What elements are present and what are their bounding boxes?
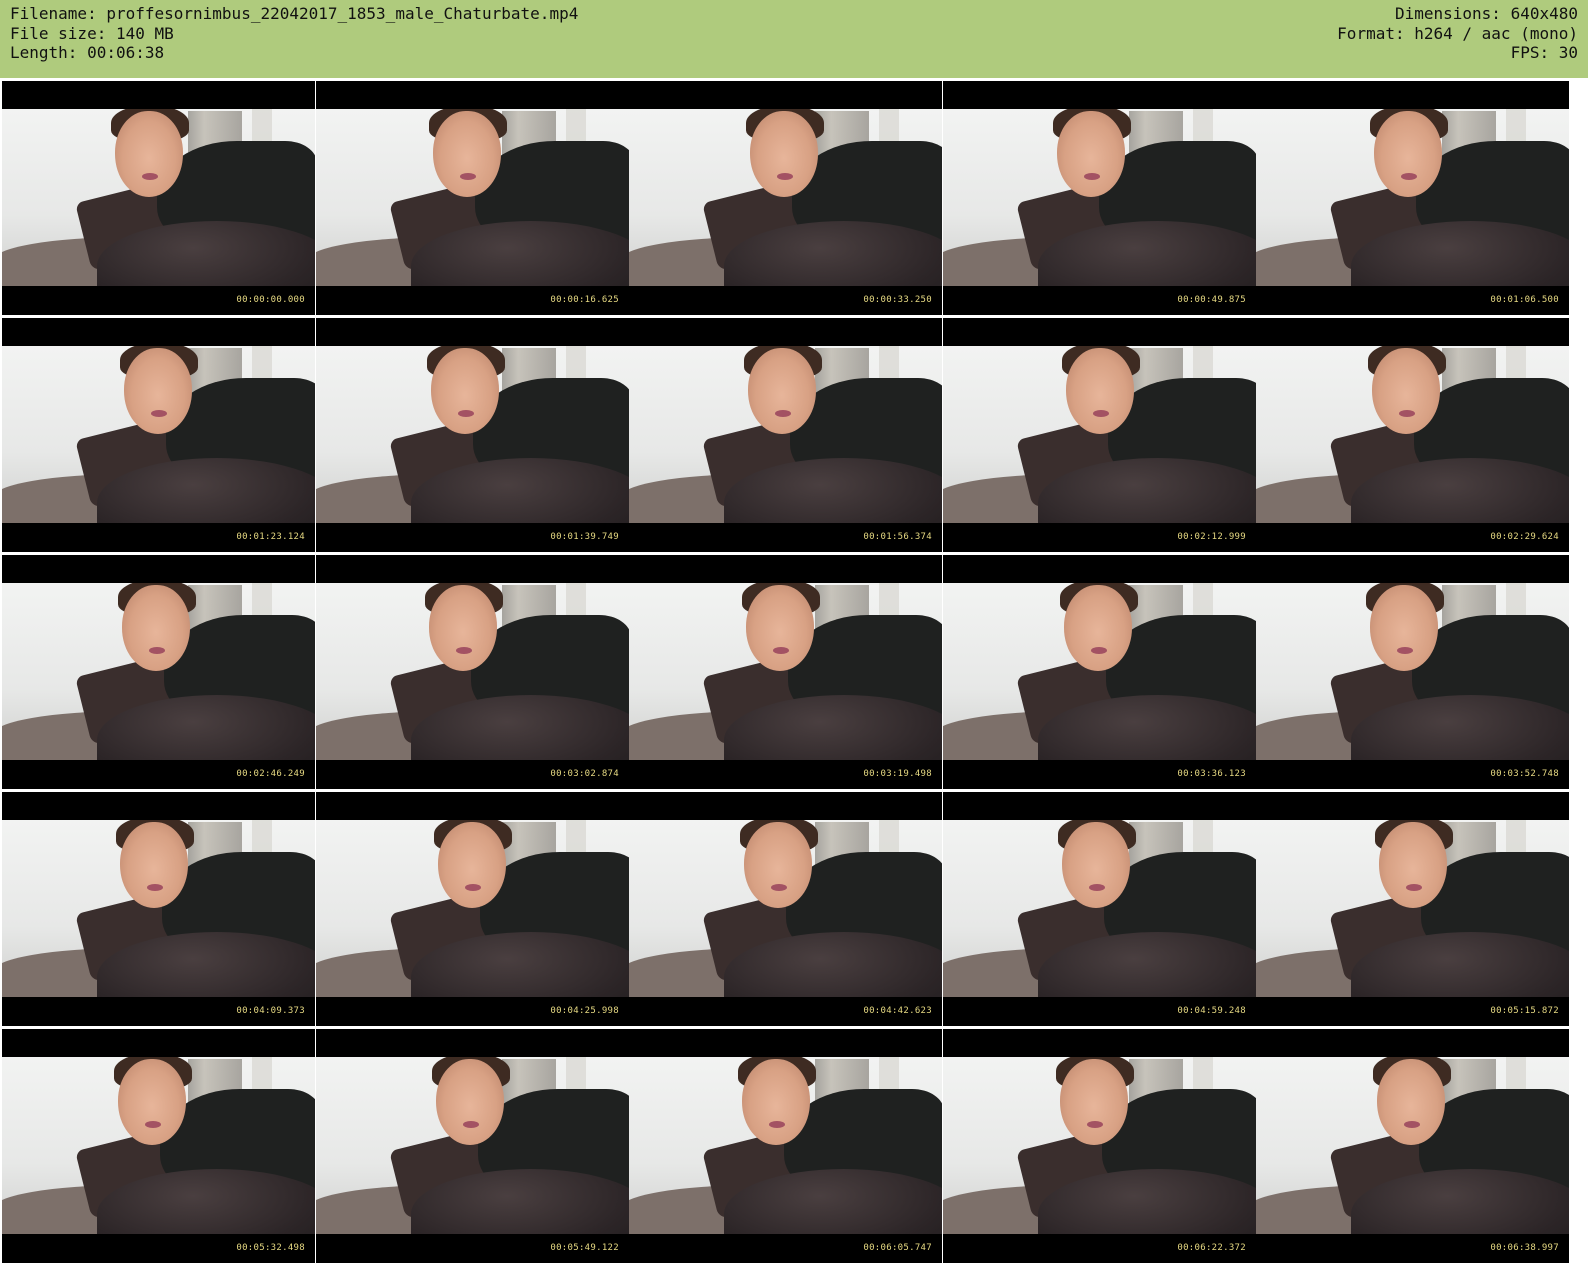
thumbnail-timestamp: 00:04:25.998 [550,1006,619,1016]
thumbnail-frame-image [316,1057,629,1234]
thumbnail-timestamp: 00:04:59.248 [1177,1006,1246,1016]
thumbnail-frame-image [943,109,1256,286]
thumbnail-timestamp: 00:04:09.373 [236,1006,305,1016]
thumbnail-frame-image [2,583,315,760]
thumbnail-timestamp: 00:00:00.000 [236,295,305,305]
thumbnail-frame-image [2,1057,315,1234]
thumbnail-timestamp: 00:00:49.875 [1177,295,1246,305]
thumbnail-timestamp: 00:06:22.372 [1177,1243,1246,1253]
video-thumbnail: 00:04:25.998 [316,792,629,1026]
video-thumbnail: 00:01:56.374 [629,318,942,552]
thumbnail-timestamp: 00:02:12.999 [1177,532,1246,542]
thumbnail-timestamp: 00:06:05.747 [863,1243,932,1253]
thumbnail-frame-image [943,1057,1256,1234]
thumbnail-frame-image [316,583,629,760]
video-thumbnail: 00:05:32.498 [2,1029,315,1263]
thumbnail-timestamp: 00:05:49.122 [550,1243,619,1253]
video-thumbnail: 00:00:33.250 [629,81,942,315]
thumbnail-timestamp: 00:02:29.624 [1490,532,1559,542]
thumbnail-frame-image [1256,820,1569,997]
thumbnail-timestamp: 00:01:39.749 [550,532,619,542]
thumbnail-timestamp: 00:01:56.374 [863,532,932,542]
thumbnail-frame-image [316,346,629,523]
thumbnail-frame-image [1256,109,1569,286]
video-thumbnail: 00:01:39.749 [316,318,629,552]
video-thumbnail: 00:00:00.000 [2,81,315,315]
file-info-right: Dimensions: 640x480 Format: h264 / aac (… [1337,4,1578,63]
video-thumbnail: 00:06:05.747 [629,1029,942,1263]
fps-text: FPS: 30 [1510,43,1578,62]
thumbnail-frame-image [1256,346,1569,523]
video-thumbnail: 00:01:23.124 [2,318,315,552]
thumbnail-timestamp: 00:03:19.498 [863,769,932,779]
thumbnail-grid: 00:00:00.000 00:00:16.625 00:00:33.250 00:0… [0,81,1588,1280]
thumbnail-frame-image [316,820,629,997]
thumbnail-frame-image [316,109,629,286]
thumbnail-timestamp: 00:01:23.124 [236,532,305,542]
thumbnail-frame-image [943,820,1256,997]
thumbnail-frame-image [629,583,942,760]
thumbnail-timestamp: 00:05:32.498 [236,1243,305,1253]
thumbnail-timestamp: 00:03:36.123 [1177,769,1246,779]
video-thumbnail: 00:02:12.999 [943,318,1256,552]
thumbnail-timestamp: 00:00:16.625 [550,295,619,305]
video-thumbnail: 00:05:49.122 [316,1029,629,1263]
video-thumbnail: 00:05:15.872 [1256,792,1569,1026]
thumbnail-timestamp: 00:02:46.249 [236,769,305,779]
format-text: Format: h264 / aac (mono) [1337,23,1578,43]
video-thumbnail: 00:00:49.875 [943,81,1256,315]
thumbnail-frame-image [2,820,315,997]
thumbnail-frame-image [1256,1057,1569,1234]
length-text: Length: 00:06:38 [10,43,165,62]
thumbnail-timestamp: 00:03:02.874 [550,769,619,779]
video-thumbnail: 00:03:36.123 [943,555,1256,789]
thumbnail-frame-image [943,346,1256,523]
video-thumbnail: 00:02:46.249 [2,555,315,789]
video-thumbnail: 00:06:38.997 [1256,1029,1569,1263]
video-thumbnail: 00:02:29.624 [1256,318,1569,552]
video-thumbnail: 00:03:02.874 [316,555,629,789]
video-thumbnail: 00:03:52.748 [1256,555,1569,789]
file-info-header: Filename: proffesornimbus_22042017_1853_… [0,0,1588,78]
filename-text: Filename: proffesornimbus_22042017_1853_… [10,4,579,23]
thumbnail-frame-image [629,820,942,997]
thumbnail-frame-image [1256,583,1569,760]
thumbnail-frame-image [2,346,315,523]
thumbnail-timestamp: 00:03:52.748 [1490,769,1559,779]
filesize-text: File size: 140 MB [10,23,174,43]
video-thumbnail: 00:01:06.500 [1256,81,1569,315]
thumbnail-frame-image [629,109,942,286]
video-thumbnail: 00:04:09.373 [2,792,315,1026]
thumbnail-frame-image [629,346,942,523]
thumbnail-timestamp: 00:04:42.623 [863,1006,932,1016]
video-thumbnail: 00:04:59.248 [943,792,1256,1026]
thumbnail-timestamp: 00:01:06.500 [1490,295,1559,305]
thumbnail-frame-image [629,1057,942,1234]
video-thumbnail: 00:03:19.498 [629,555,942,789]
video-thumbnail: 00:00:16.625 [316,81,629,315]
thumbnail-frame-image [2,109,315,286]
dimensions-text: Dimensions: 640x480 [1394,4,1578,23]
file-info-left: Filename: proffesornimbus_22042017_1853_… [10,4,578,63]
thumbnail-timestamp: 00:05:15.872 [1490,1006,1559,1016]
thumbnail-timestamp: 00:06:38.997 [1490,1243,1559,1253]
video-thumbnail: 00:06:22.372 [943,1029,1256,1263]
video-thumbnail: 00:04:42.623 [629,792,942,1026]
thumbnail-frame-image [943,583,1256,760]
thumbnail-timestamp: 00:00:33.250 [863,295,932,305]
